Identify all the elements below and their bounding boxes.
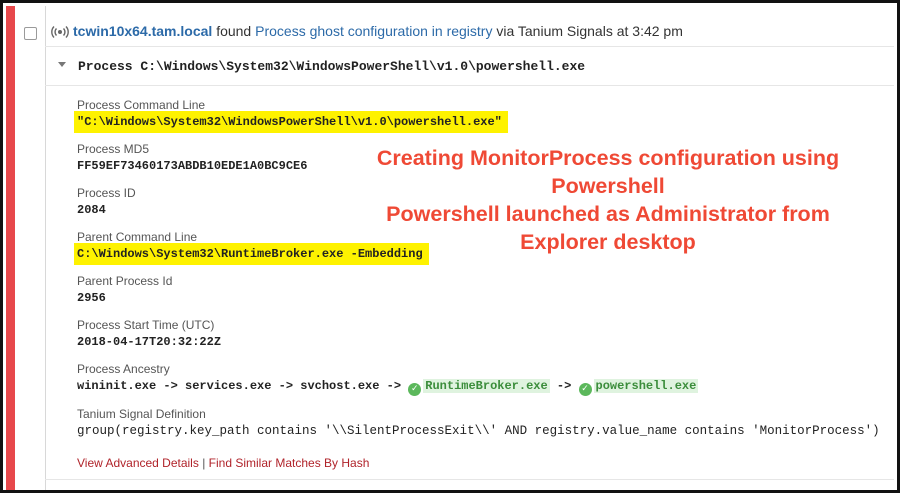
- found-text: found: [216, 23, 252, 39]
- header-divider: [45, 46, 894, 47]
- ancestry-powershell[interactable]: powershell.exe: [593, 379, 699, 393]
- alert-header: tcwin10x64.tam.local found Process ghost…: [51, 23, 683, 42]
- find-similar-matches-link[interactable]: Find Similar Matches By Hash: [209, 456, 370, 470]
- start-time-label: Process Start Time (UTC): [77, 318, 215, 332]
- pid-value: 2084: [77, 203, 106, 217]
- ancestry-prefix: wininit.exe -> services.exe -> svchost.e…: [77, 379, 402, 393]
- md5-value: FF59EF73460173ABDB10EDE1A0BC9CE6: [77, 159, 308, 173]
- annotation-line-4: Explorer desktop: [520, 230, 696, 254]
- md5-label: Process MD5: [77, 142, 150, 156]
- command-line-highlight: "C:\Windows\System32\WindowsPowerShell\v…: [74, 111, 508, 133]
- signal-definition-value: group(registry.key_path contains '\\Sile…: [77, 424, 880, 438]
- severity-bar: [6, 6, 15, 490]
- ancestry-arrow: ->: [556, 379, 572, 393]
- select-alert-checkbox[interactable]: [24, 27, 37, 40]
- signal-broadcast-icon: [51, 25, 69, 42]
- via-text: via Tanium Signals at 3:42 pm: [496, 23, 683, 39]
- command-line-label: Process Command Line: [77, 98, 206, 112]
- footer-separator: |: [202, 456, 206, 470]
- footer-divider: [45, 479, 894, 480]
- signal-definition-label: Tanium Signal Definition: [77, 407, 206, 421]
- parent-pid-value: 2956: [77, 291, 106, 305]
- annotation-line-3: Powershell launched as Administrator fro…: [386, 202, 830, 226]
- annotation-line-1: Creating MonitorProcess configuration us…: [376, 146, 840, 170]
- check-circle-icon: ✓: [578, 383, 592, 396]
- start-time-value: 2018-04-17T20:32:22Z: [77, 335, 222, 349]
- ancestry-runtimebroker[interactable]: RuntimeBroker.exe: [423, 379, 550, 393]
- column-divider: [45, 6, 46, 490]
- ancestry-label: Process Ancestry: [77, 362, 170, 376]
- title-divider: [45, 85, 894, 86]
- pid-label: Process ID: [77, 186, 136, 200]
- process-title[interactable]: Process C:\Windows\System32\WindowsPower…: [78, 59, 585, 74]
- annotation-line-2: Powershell: [551, 174, 665, 198]
- footer-links: View Advanced Details | Find Similar Mat…: [77, 456, 369, 470]
- view-advanced-details-link[interactable]: View Advanced Details: [77, 456, 199, 470]
- annotation-overlay: Creating MonitorProcess configuration us…: [293, 144, 897, 256]
- parent-pid-label: Parent Process Id: [77, 274, 173, 288]
- check-circle-icon: ✓: [408, 383, 422, 396]
- finding-link[interactable]: Process ghost configuration in registry: [255, 23, 492, 39]
- ancestry-value: wininit.exe -> services.exe -> svchost.e…: [77, 379, 699, 396]
- endpoint-host-link[interactable]: tcwin10x64.tam.local: [73, 23, 212, 39]
- command-line-value: "C:\Windows\System32\WindowsPowerShell\v…: [74, 111, 508, 133]
- parent-command-line-label: Parent Command Line: [77, 230, 198, 244]
- caret-down-icon[interactable]: [58, 62, 66, 67]
- alert-panel: tcwin10x64.tam.local found Process ghost…: [0, 0, 900, 493]
